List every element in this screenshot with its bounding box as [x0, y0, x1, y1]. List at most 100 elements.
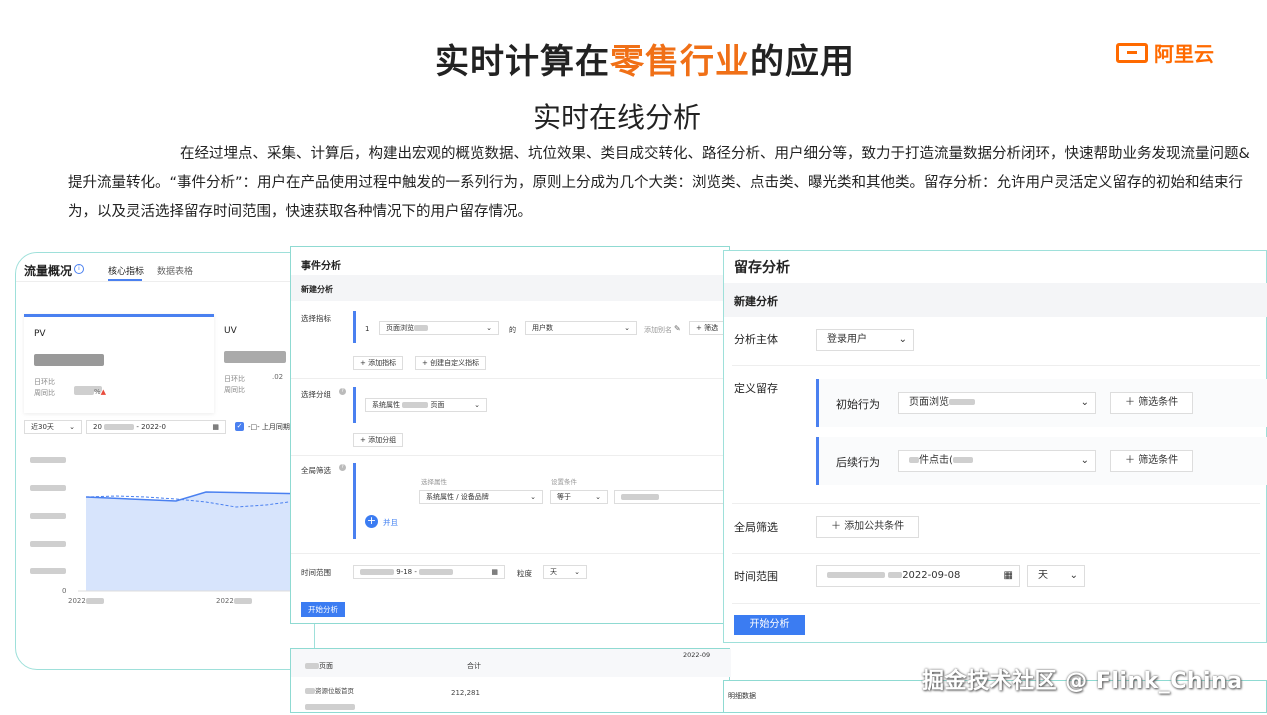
metric-label: 选择指标: [301, 314, 331, 323]
help-icon[interactable]: ?: [339, 464, 346, 471]
chevron-down-icon: ⌄: [474, 401, 480, 409]
divider: [732, 365, 1260, 366]
cond-header: 设置条件: [551, 478, 577, 486]
metric-field-value: 用户数: [532, 324, 553, 332]
subject-select[interactable]: 登录用户 ⌄: [816, 329, 914, 351]
and-label[interactable]: 并且: [383, 517, 398, 528]
traffic-trend-chart: [78, 491, 314, 592]
plus-icon: ＋: [1125, 455, 1139, 466]
add-common-condition-button[interactable]: ＋ 添加公共条件: [816, 516, 920, 538]
plus-icon: ＋: [1125, 397, 1139, 408]
chevron-down-icon: ⌄: [595, 493, 601, 501]
group-suffix: 页面: [430, 401, 445, 409]
x-tick-2: 2022: [216, 597, 252, 605]
global-filter-bar: [353, 463, 356, 539]
date-end: 2022-09-08: [902, 570, 961, 581]
followup-label: 后续行为: [836, 456, 880, 469]
attr-header: 选择属性: [421, 478, 447, 486]
event-analysis-panel: 事件分析 新建分析 选择指标 1 页面浏览 ⌄ 的 用户数 ⌄ 添加别名 ✎ + 筛…: [290, 246, 731, 624]
chevron-down-icon: ⌄: [1080, 397, 1089, 408]
retention-header-band: [724, 283, 1267, 317]
retention-title: 留存分析: [734, 260, 790, 276]
attr-select[interactable]: 系统属性 / 设备品牌 ⌄: [419, 490, 543, 504]
calendar-icon: ▦: [1003, 570, 1013, 581]
initial-event-select[interactable]: 页面浏览 ⌄: [898, 392, 1096, 414]
followup-value: 件点击(: [919, 455, 953, 466]
table-header-row: [291, 649, 731, 677]
metric-field-select[interactable]: 用户数 ⌄: [525, 321, 637, 335]
title-highlight: 零售行业: [610, 42, 750, 82]
subject-label: 分析主体: [734, 333, 778, 346]
divider: [291, 455, 731, 456]
aliyun-logo: 阿里云: [1116, 38, 1214, 67]
metric-event-select[interactable]: 页面浏览 ⌄: [379, 321, 499, 335]
add-metric-button[interactable]: + 添加指标: [353, 356, 404, 370]
global-filter-label: 全局筛选: [301, 466, 331, 475]
chevron-down-icon: ⌄: [898, 334, 907, 345]
row-sub-redacted: [305, 696, 355, 715]
trend-area: [86, 492, 314, 591]
followup-event-select[interactable]: 件点击( ⌄: [898, 450, 1096, 472]
cond-select[interactable]: 等于 ⌄: [550, 490, 608, 504]
x-tick-1: 2022: [68, 597, 104, 605]
initial-filter-button[interactable]: ＋ 筛选条件: [1110, 392, 1194, 414]
slide-title: 实时计算在零售行业的应用: [0, 34, 1267, 83]
retention-analysis-panel: 留存分析 新建分析 分析主体 登录用户 ⌄ 定义留存 初始行为 页面浏览 ⌄ ＋ 筛…: [723, 250, 1267, 643]
define-retention-label: 定义留存: [734, 382, 778, 395]
time-mid: 9-18: [396, 568, 413, 576]
chevron-down-icon: ⌄: [1069, 570, 1078, 581]
time-range-picker[interactable]: 9-18 - ▦: [353, 565, 505, 579]
plus-icon: ＋: [831, 521, 845, 532]
initial-value: 页面浏览: [909, 397, 949, 408]
event-new-analysis: 新建分析: [301, 285, 333, 294]
metric-index: 1: [365, 325, 370, 333]
detail-label: 明细数据: [728, 692, 756, 700]
divider: [732, 603, 1260, 604]
unit-value: 天: [1038, 570, 1048, 581]
watermark: 掘金技术社区 @ Flink_China: [922, 669, 1243, 694]
initial-label: 初始行为: [836, 398, 880, 411]
followup-filter-button[interactable]: ＋ 筛选条件: [1110, 450, 1194, 472]
add-common-label: 添加公共条件: [844, 521, 905, 532]
page-header: 页面: [305, 661, 333, 671]
slide-subtitle: 实时在线分析: [532, 101, 701, 134]
divider: [732, 553, 1260, 554]
title-pre: 实时计算在: [435, 42, 610, 82]
chevron-down-icon: ⌄: [1080, 455, 1089, 466]
row-name: 资源位版首页: [305, 685, 354, 695]
metric-group-bar: [353, 311, 356, 343]
retention-new-analysis: 新建分析: [734, 295, 778, 308]
attr-value: 系统属性 / 设备品牌: [426, 493, 489, 501]
create-custom-metric-button[interactable]: + 创建自定义指标: [415, 356, 487, 370]
time-range-label: 时间范围: [734, 570, 778, 583]
add-condition-icon[interactable]: +: [365, 515, 378, 528]
group-select[interactable]: 系统属性 页面 ⌄: [365, 398, 487, 412]
initial-filter-label: 筛选条件: [1138, 397, 1179, 408]
group-bar: [353, 387, 356, 423]
granularity-select[interactable]: 天 ⌄: [543, 565, 587, 579]
granularity-label: 粒度: [517, 569, 532, 578]
retention-start-button[interactable]: 开始分析: [734, 615, 805, 635]
event-title: 事件分析: [301, 261, 341, 272]
chevron-down-icon: ⌄: [530, 493, 536, 501]
time-range-picker[interactable]: 2022-09-08 ▦: [816, 565, 1020, 587]
page-table-panel: 页面 合计 2022-09 资源位版首页 212,281: [290, 648, 731, 715]
edit-icon[interactable]: ✎: [674, 324, 681, 333]
title-post: 的应用: [750, 42, 855, 82]
logo-text: 阿里云: [1154, 42, 1214, 66]
group-label: 选择分组: [301, 390, 331, 399]
help-icon[interactable]: ?: [339, 388, 346, 395]
global-filter-label: 全局筛选: [734, 521, 778, 534]
metric-of: 的: [509, 326, 516, 334]
chevron-down-icon: ⌄: [486, 324, 492, 332]
divider: [291, 553, 731, 554]
unit-select[interactable]: 天 ⌄: [1027, 565, 1085, 587]
alias-input[interactable]: 添加别名: [644, 325, 672, 335]
event-start-button[interactable]: 开始分析: [301, 602, 345, 617]
cond-value: 等于: [557, 493, 571, 501]
row-value: 212,281: [451, 689, 480, 697]
value-input[interactable]: [614, 490, 731, 504]
chevron-down-icon: ⌄: [624, 324, 630, 332]
group-value: 系统属性: [372, 401, 400, 409]
add-group-button[interactable]: + 添加分组: [353, 433, 404, 447]
